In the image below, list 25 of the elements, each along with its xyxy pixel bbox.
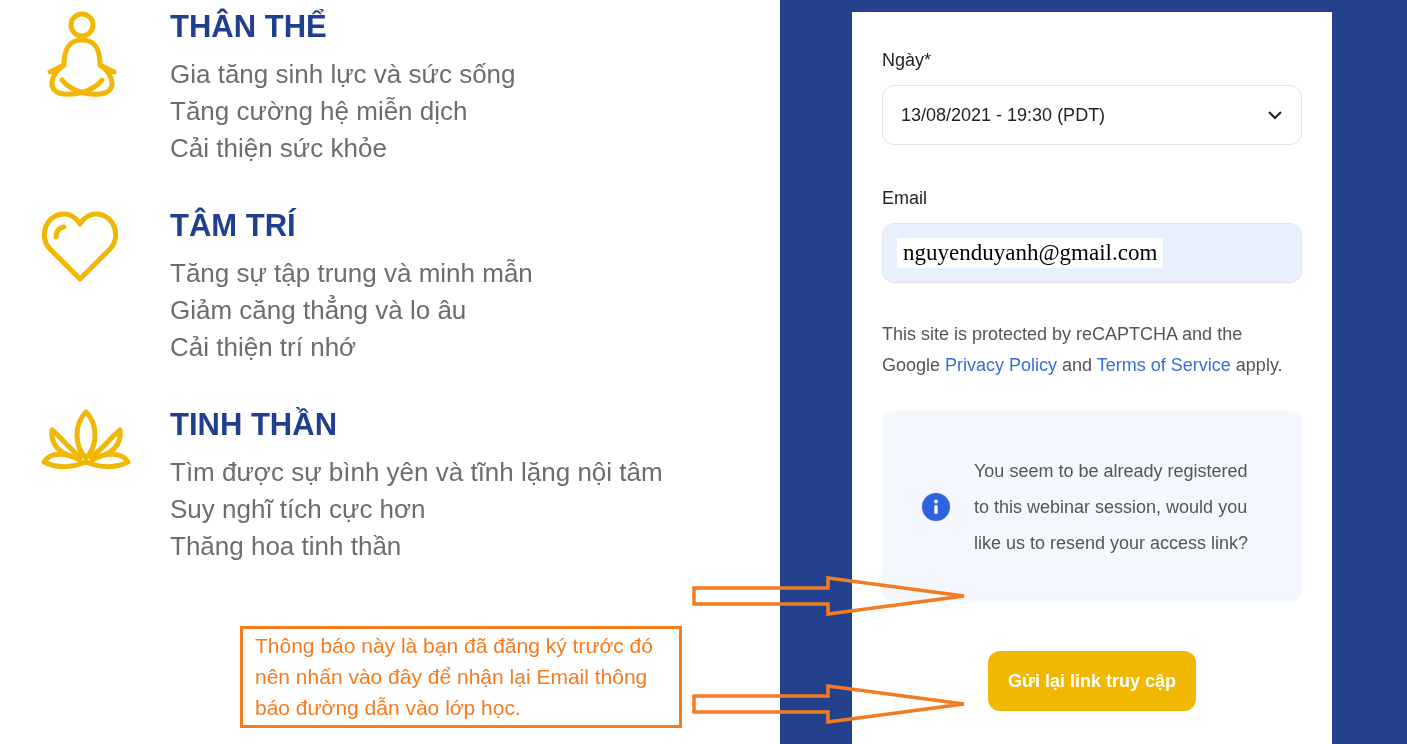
benefit-text: Cải thiện trí nhớ (170, 331, 358, 364)
field-label: Email (882, 187, 928, 210)
chevron-down-icon (1267, 110, 1283, 120)
heart-icon (40, 209, 120, 283)
recaptcha-notice: This site is protected by reCAPTCHA and the Google Privacy Policy and Terms of Service apply. (882, 323, 1284, 377)
benefit-text: Suy nghĩ tích cực hơn (170, 493, 427, 526)
info-icon (922, 492, 950, 521)
section-heading: TÂM TRÍ (170, 207, 298, 245)
email-field[interactable]: nguyenduyanh@gmail.com (882, 223, 1302, 283)
benefit-text: Tăng sự tập trung và minh mẫn (170, 257, 533, 290)
benefit-text: Tăng cường hệ miễn dịch (170, 95, 469, 128)
benefit-text: Tìm được sự bình yên và tĩnh lặng nội tâm (170, 456, 663, 489)
benefit-text: Thăng hoa tinh thần (170, 530, 403, 563)
section-heading: TINH THẦN (170, 406, 339, 444)
privacy-policy-link[interactable]: Privacy Policy (945, 355, 1058, 375)
annotation-note: Thông báo này là bạn đã đăng ký trước đó nên nhấn vào đây để nhận lại Email thông báo đường dẫn vào lớp học. (240, 626, 682, 728)
date-select[interactable]: 13/08/2021 - 19:30 (PDT) (882, 85, 1302, 145)
section-heading: THÂN THỂ (170, 8, 328, 46)
notice-text: You seem to be already registered to this webinar session, would you like us to resend your access link? (974, 459, 1249, 555)
field-label: Ngày* (882, 49, 933, 72)
benefit-text: Cải thiện sức khỏe (170, 132, 388, 165)
lotus-icon (40, 408, 132, 472)
terms-link[interactable]: Terms of Service (1096, 355, 1231, 375)
benefit-text: Giảm căng thẳng và lo âu (170, 294, 468, 327)
benefit-text: Gia tăng sinh lực và sức sống (170, 58, 516, 91)
